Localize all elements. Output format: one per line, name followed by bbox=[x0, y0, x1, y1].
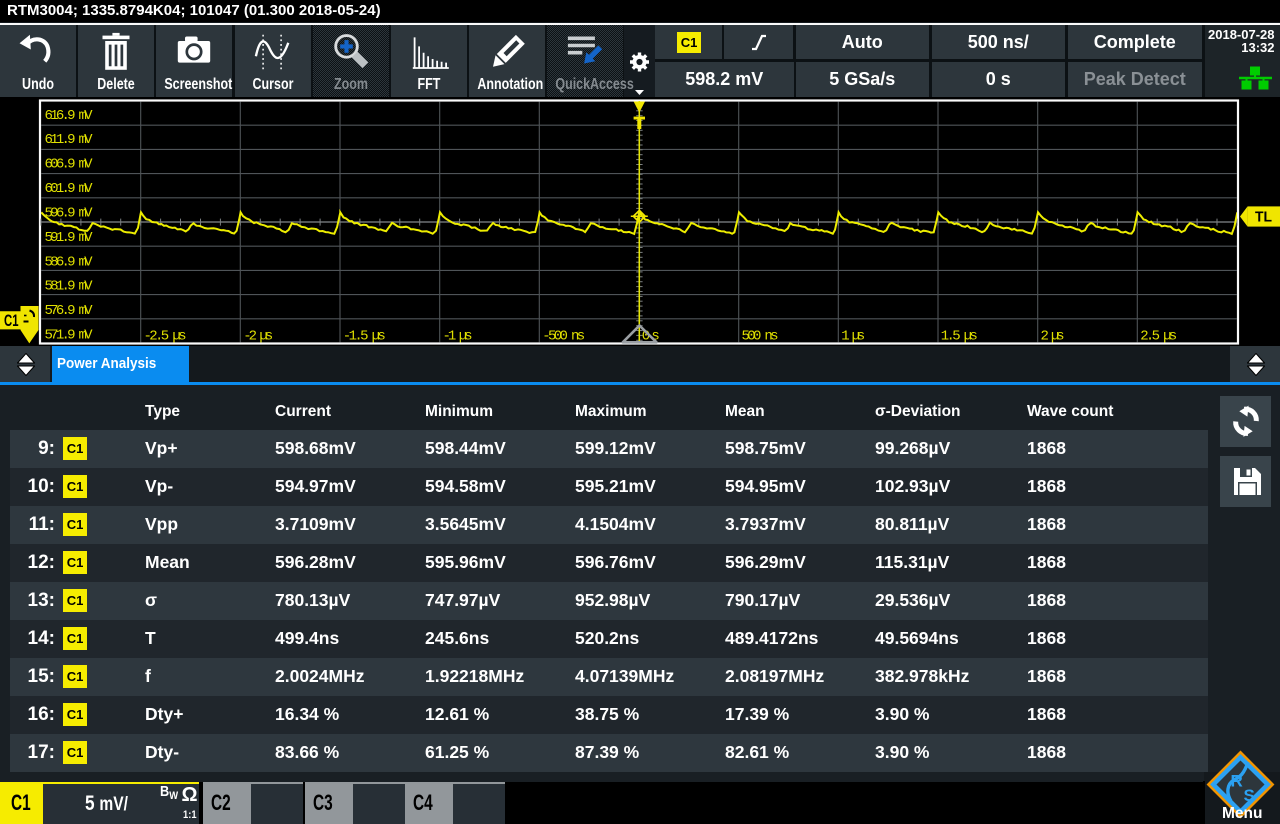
svg-text:571.9 mV: 571.9 mV bbox=[45, 328, 94, 344]
svg-text:S: S bbox=[1244, 786, 1255, 805]
svg-text:-500 ns: -500 ns bbox=[542, 328, 585, 344]
svg-text:576.9 mV: 576.9 mV bbox=[45, 303, 94, 319]
svg-text:-2 µs: -2 µs bbox=[243, 328, 273, 344]
svg-text:1.5 µs: 1.5 µs bbox=[941, 328, 978, 344]
svg-text:616.9 mV: 616.9 mV bbox=[45, 108, 94, 124]
svg-text:2 µs: 2 µs bbox=[1041, 328, 1065, 344]
svg-text:R: R bbox=[1231, 772, 1243, 791]
svg-text:601.9 mV: 601.9 mV bbox=[45, 181, 94, 197]
svg-text:-1.5 µs: -1.5 µs bbox=[343, 328, 386, 344]
svg-text:591.9 mV: 591.9 mV bbox=[45, 230, 94, 246]
svg-text:1 µs: 1 µs bbox=[841, 328, 865, 344]
svg-text:-2.5 µs: -2.5 µs bbox=[144, 328, 187, 344]
svg-text:-1 µs: -1 µs bbox=[443, 328, 473, 344]
svg-text:586.9 mV: 586.9 mV bbox=[45, 254, 94, 270]
svg-text:581.9 mV: 581.9 mV bbox=[45, 279, 94, 295]
svg-text:2.5 µs: 2.5 µs bbox=[1140, 328, 1177, 344]
svg-text:611.9 mV: 611.9 mV bbox=[45, 132, 94, 148]
svg-text:TL: TL bbox=[1255, 210, 1272, 226]
svg-text:C1: C1 bbox=[4, 312, 19, 330]
svg-text:596.9 mV: 596.9 mV bbox=[45, 206, 94, 222]
svg-text:606.9 mV: 606.9 mV bbox=[45, 157, 94, 173]
svg-text:500 ns: 500 ns bbox=[742, 328, 779, 344]
